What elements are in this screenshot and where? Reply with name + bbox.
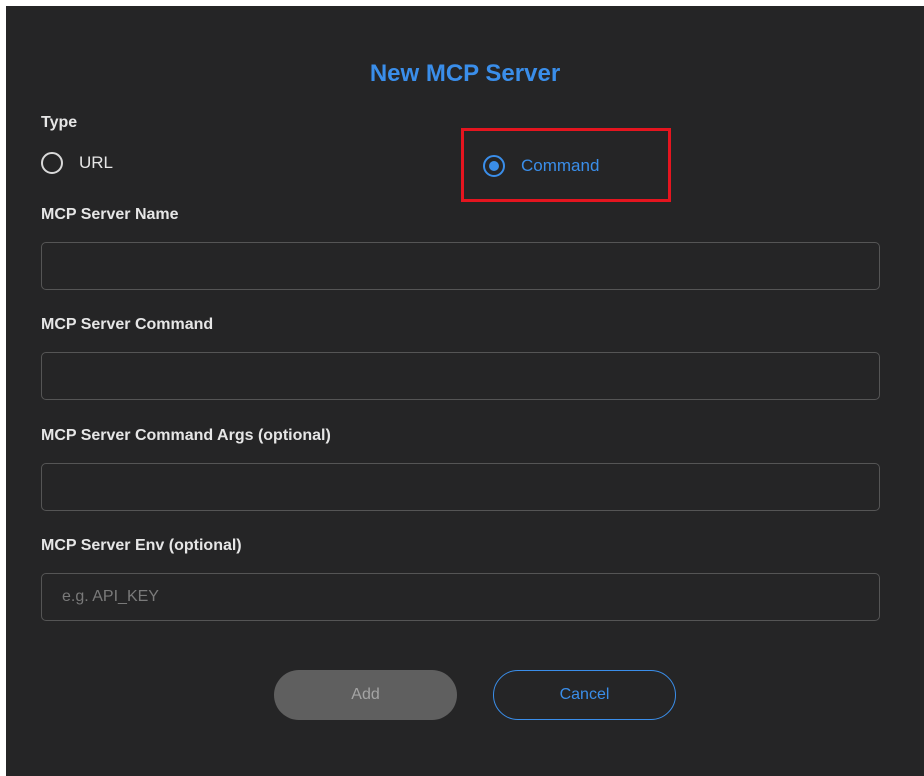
radio-unchecked-icon[interactable] <box>41 152 63 174</box>
server-env-input[interactable] <box>41 573 880 621</box>
dialog-title: New MCP Server <box>369 60 561 87</box>
server-args-label: MCP Server Command Args (optional) <box>41 427 331 444</box>
server-env-label: MCP Server Env (optional) <box>41 537 242 554</box>
server-name-label: MCP Server Name <box>41 206 179 223</box>
highlight-box <box>461 128 671 202</box>
server-args-input[interactable] <box>41 463 880 511</box>
new-mcp-server-dialog: New MCP Server Type URL Command MCP Serv… <box>6 6 924 776</box>
type-label: Type <box>41 114 78 131</box>
radio-url[interactable]: URL <box>41 152 113 174</box>
server-command-label: MCP Server Command <box>41 316 214 333</box>
server-name-input[interactable] <box>41 242 880 290</box>
cancel-button[interactable]: Cancel <box>493 670 676 720</box>
add-button[interactable]: Add <box>274 670 457 720</box>
server-command-input[interactable] <box>41 352 880 400</box>
radio-url-label: URL <box>79 153 114 172</box>
